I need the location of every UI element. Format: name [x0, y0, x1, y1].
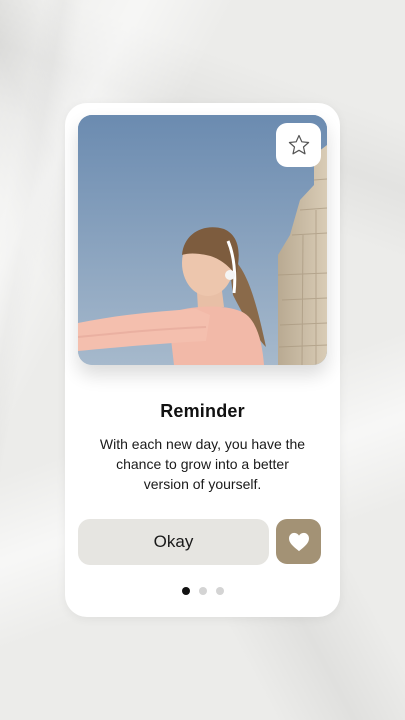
- heart-icon: [288, 532, 309, 551]
- star-icon: [288, 134, 309, 155]
- favorite-button[interactable]: [276, 123, 321, 167]
- reminder-card: Reminder With each new day, you have the…: [65, 103, 340, 617]
- okay-button[interactable]: Okay: [78, 519, 269, 565]
- card-title: Reminder: [160, 401, 245, 421]
- page-dot-2[interactable]: [198, 587, 207, 595]
- card-message: With each new day, you have the chance t…: [99, 436, 306, 492]
- hero-photo: [78, 115, 327, 365]
- like-button[interactable]: [276, 519, 321, 564]
- page-dot-1[interactable]: [181, 587, 190, 595]
- page-dot-3[interactable]: [215, 587, 224, 595]
- pagination-dots: [65, 587, 340, 595]
